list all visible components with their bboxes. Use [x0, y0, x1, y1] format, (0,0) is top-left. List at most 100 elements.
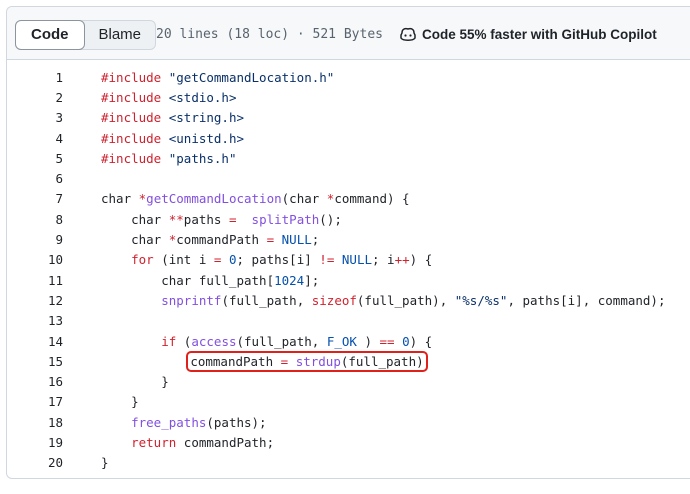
code-line: 6 — [7, 168, 690, 188]
code-line: 5 #include "paths.h" — [7, 148, 690, 168]
code-token: ; i — [372, 252, 395, 268]
code-token: "paths.h" — [161, 150, 237, 166]
line-number[interactable]: 6 — [7, 171, 63, 186]
code-line: 14 if (access(full_path, F_OK ) == 0) { — [7, 331, 690, 351]
code-token: for — [131, 252, 154, 268]
line-number[interactable]: 17 — [7, 394, 63, 409]
code-token: == — [379, 333, 395, 349]
code-token: #include — [101, 89, 162, 105]
line-number[interactable]: 13 — [7, 313, 63, 328]
copilot-promo-link[interactable]: Code 55% faster with GitHub Copilot — [399, 26, 657, 42]
code-line: 13 — [7, 311, 690, 331]
code-token: (int i — [153, 252, 214, 268]
code-token: (char — [281, 191, 327, 207]
code-line: 2 #include <stdio.h> — [7, 87, 690, 107]
code-listing: 1 #include "getCommandLocation.h" 2 #includ… — [7, 67, 690, 473]
code-line: 10 for (int i = 0; paths[i] != NULL; i++… — [7, 250, 690, 270]
code-token: = — [266, 232, 275, 248]
code-line: 19 return commandPath; — [7, 432, 690, 452]
line-number[interactable]: 5 — [7, 151, 63, 166]
code-token: free_paths — [131, 414, 207, 430]
code-line: 7 char *getCommandLocation(char *command)… — [7, 189, 690, 209]
code-token: if — [161, 333, 177, 349]
code-line: 18 free_paths(paths); — [7, 412, 690, 432]
code-text: snprintf(full_path, sizeof(full_path), "… — [63, 293, 665, 308]
code-token: 0 — [402, 333, 410, 349]
line-number[interactable]: 4 — [7, 131, 63, 146]
code-line: 4 #include <unistd.h> — [7, 128, 690, 148]
line-number[interactable]: 19 — [7, 435, 63, 450]
code-text: return commandPath; — [63, 435, 274, 450]
code-token: 0 — [228, 252, 237, 268]
code-token: char — [101, 191, 139, 207]
code-token: ]; — [304, 272, 320, 288]
code-line: 16 } — [7, 371, 690, 391]
tab-blame[interactable]: Blame — [85, 21, 156, 49]
line-number[interactable]: 9 — [7, 232, 63, 247]
code-token: commandPath; — [176, 434, 275, 450]
code-token: ** — [168, 211, 184, 227]
code-token: ) — [356, 333, 380, 349]
code-text: char full_path[1024]; — [63, 273, 319, 288]
code-token: } — [101, 455, 109, 471]
line-number[interactable]: 1 — [7, 70, 63, 85]
view-mode-toggle: Code Blame — [15, 20, 157, 50]
code-token: (full_path) — [340, 353, 424, 369]
code-text: #include "paths.h" — [63, 151, 236, 166]
code-token: } — [101, 394, 139, 410]
code-text: free_paths(paths); — [63, 414, 266, 430]
copilot-icon — [400, 27, 416, 41]
code-token: (); — [319, 211, 342, 227]
line-number[interactable]: 18 — [7, 415, 63, 430]
code-text: #include <stdio.h> — [63, 90, 236, 105]
code-token: sizeof — [311, 292, 357, 308]
code-line: 1 #include "getCommandLocation.h" — [7, 67, 690, 87]
line-number[interactable]: 8 — [7, 212, 63, 227]
code-line: 15 commandPath = strdup(full_path) — [7, 350, 690, 372]
code-token: snprintf — [161, 292, 222, 308]
line-number[interactable]: 10 — [7, 252, 63, 267]
code-line: 20} — [7, 453, 690, 473]
highlight-box: commandPath = strdup(full_path) — [186, 350, 428, 372]
code-token: } — [101, 374, 169, 390]
line-number[interactable]: 7 — [7, 191, 63, 206]
code-token: getCommandLocation — [146, 191, 282, 207]
code-token: "%s/%s" — [454, 292, 508, 308]
code-token: commandPath — [176, 232, 267, 248]
line-number[interactable]: 14 — [7, 334, 63, 349]
code-line: 12 snprintf(full_path, sizeof(full_path)… — [7, 290, 690, 310]
code-token: ) { — [409, 252, 433, 268]
code-text: if (access(full_path, F_OK ) == 0) { — [63, 334, 432, 349]
line-number[interactable]: 11 — [7, 273, 63, 288]
line-number[interactable]: 2 — [7, 90, 63, 105]
line-number[interactable]: 16 — [7, 374, 63, 389]
code-token: #include — [101, 69, 162, 85]
code-text: char *getCommandLocation(char *command) … — [63, 191, 410, 206]
code-token: ; paths[i] — [236, 252, 320, 268]
code-token: #include — [101, 130, 162, 146]
code-token: ++ — [394, 252, 410, 268]
line-number[interactable]: 15 — [7, 354, 63, 369]
code-token: strdup — [295, 353, 341, 369]
file-viewer: Code Blame 20 lines (18 loc) · 521 Bytes… — [6, 6, 690, 479]
tab-code[interactable]: Code — [15, 20, 85, 50]
line-number[interactable]: 12 — [7, 293, 63, 308]
code-token: #include — [101, 110, 162, 126]
code-token: <stdio.h> — [161, 89, 237, 105]
file-info: 20 lines (18 loc) · 521 Bytes — [156, 27, 383, 42]
code-token: != — [319, 252, 335, 268]
line-number[interactable]: 20 — [7, 455, 63, 470]
code-token: ) { — [409, 333, 433, 349]
code-token: 1024 — [274, 272, 305, 288]
line-number[interactable]: 3 — [7, 110, 63, 125]
code-token: access — [191, 333, 237, 349]
code-token: char — [101, 232, 169, 248]
